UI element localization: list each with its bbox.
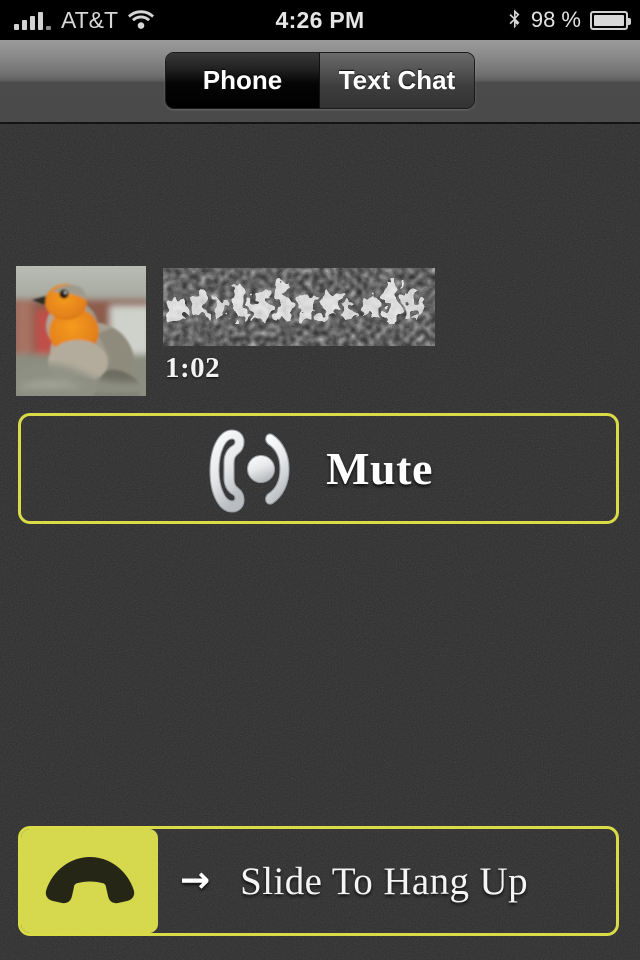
battery-icon: [590, 10, 631, 30]
app-screen: AT&T 4:26 PM 98 % Phone Text Chat 1:02 M…: [0, 0, 640, 960]
slide-to-hang-up[interactable]: → Slide To Hang Up: [18, 826, 619, 936]
contact-info: 1:02: [163, 266, 435, 385]
battery-percent-label: 98 %: [530, 7, 581, 32]
mode-segmented-control[interactable]: Phone Text Chat: [165, 52, 475, 109]
phone-mute-icon: [204, 425, 296, 513]
mute-label: Mute: [326, 443, 433, 494]
slide-to-hang-up-track[interactable]: → Slide To Hang Up: [158, 859, 616, 904]
status-bar-right: 98 %: [508, 0, 631, 40]
contact-name-redacted: [163, 268, 435, 346]
call-screen-content: 1:02 Mute → Slide To Hang Up: [0, 124, 640, 960]
bluetooth-icon: [508, 9, 522, 31]
top-toolbar: Phone Text Chat: [0, 40, 640, 124]
end-call-handset-icon: [45, 857, 134, 904]
status-bar: AT&T 4:26 PM 98 %: [0, 0, 640, 40]
contact-row: 1:02: [16, 266, 435, 396]
contact-avatar-robin-photo: [16, 266, 146, 396]
status-bar-left: AT&T: [14, 0, 155, 40]
carrier-label: AT&T: [61, 6, 119, 33]
tab-text-chat[interactable]: Text Chat: [320, 53, 474, 108]
call-duration: 1:02: [165, 352, 221, 384]
arrow-right-icon: →: [180, 860, 211, 901]
wifi-icon: [128, 10, 155, 30]
mute-button[interactable]: Mute: [18, 413, 619, 524]
signal-bars-icon: [14, 10, 51, 30]
tab-phone[interactable]: Phone: [166, 53, 320, 108]
slide-to-hang-up-thumb[interactable]: [21, 829, 158, 933]
slide-to-hang-up-label: Slide To Hang Up: [240, 859, 529, 903]
status-bar-clock: 4:26 PM: [275, 6, 365, 33]
